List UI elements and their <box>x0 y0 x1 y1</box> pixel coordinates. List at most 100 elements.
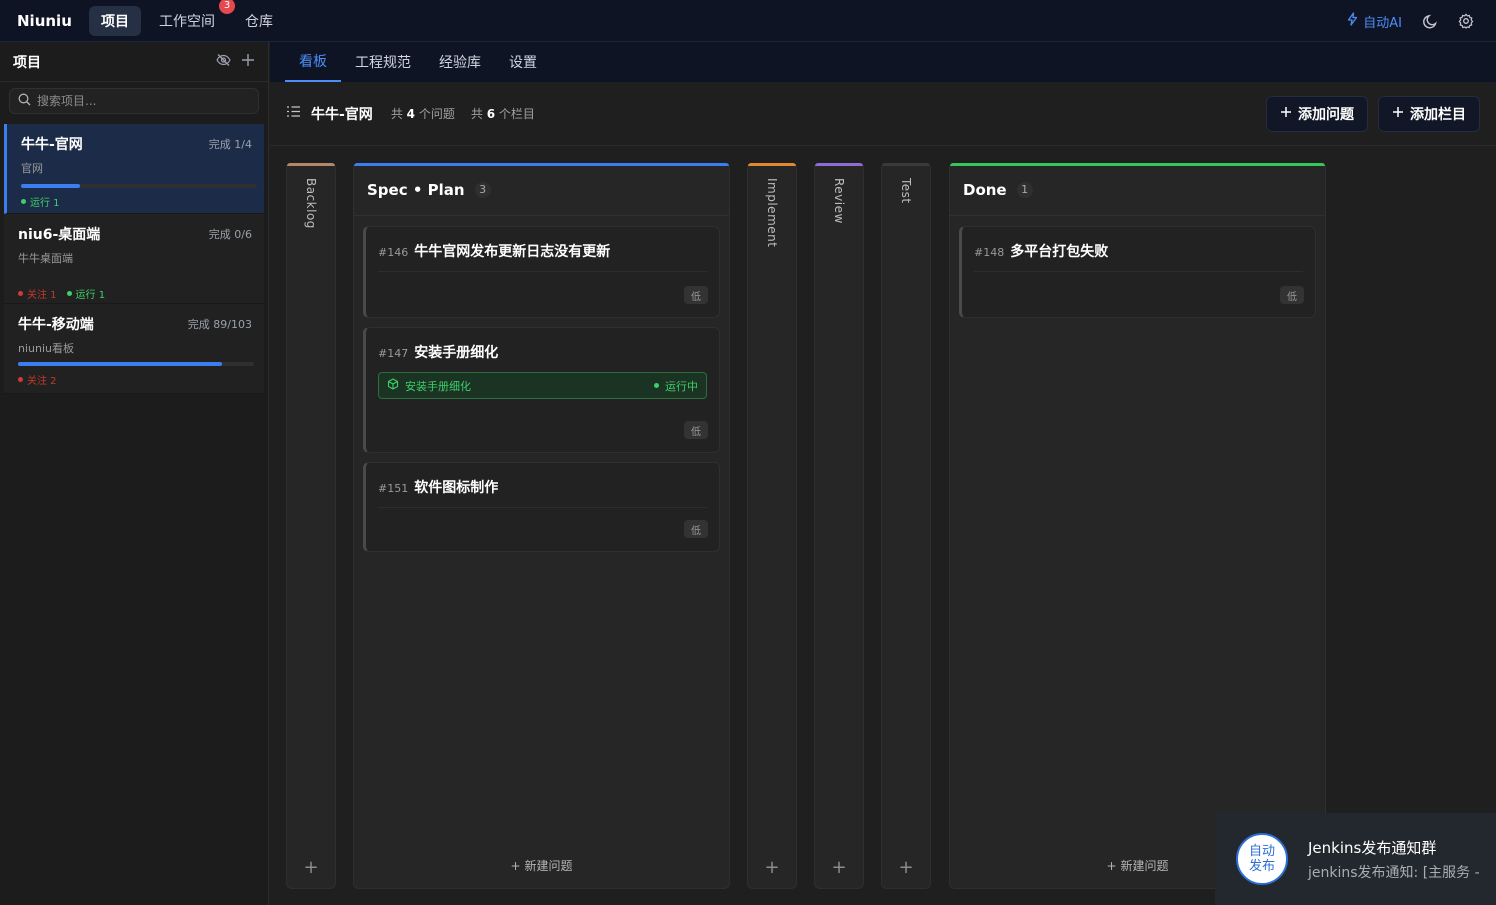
add-issue-label: 添加问题 <box>1298 107 1354 123</box>
column-header: Done 1 <box>950 164 1325 216</box>
top-nav: 项目 工作空间 3 仓库 <box>89 0 285 36</box>
project-item-niuniu-website[interactable]: 牛牛-官网 完成 1/4 官网 运行 1 <box>4 124 264 214</box>
issue-title: 多平台打包失败 <box>1010 244 1109 260</box>
project-subtitle: niuniu看板 <box>18 342 74 355</box>
plus-icon: + <box>1106 859 1117 873</box>
issue-count-suffix: 个问题 <box>418 107 455 121</box>
issue-id: #151 <box>378 482 409 495</box>
notification-app-logo: 自动 发布 <box>1236 833 1288 885</box>
column-count-badge: 1 <box>1016 181 1033 198</box>
issue-count-value: 4 <box>406 107 416 121</box>
moon-icon[interactable] <box>1422 13 1438 29</box>
sidebar-header-icons <box>216 53 255 71</box>
add-card-icon[interactable]: + <box>815 857 863 878</box>
issue-card-151[interactable]: #151 软件图标制作 低 <box>363 462 720 552</box>
tab-engineering-spec[interactable]: 工程规范 <box>341 42 425 82</box>
column-title: Test <box>899 178 913 204</box>
project-item-niuniu-mobile[interactable]: 牛牛-移动端 完成 89/103 niuniu看板 关注 2 <box>4 304 264 394</box>
add-column-label: 添加栏目 <box>1410 107 1466 123</box>
project-sidebar: 项目 牛牛-官网 完成 1/4 官网 运行 1 <box>0 42 269 905</box>
auto-ai-label: 自动AI <box>1363 15 1402 31</box>
nav-projects[interactable]: 项目 <box>89 5 141 36</box>
project-name: 牛牛-移动端 <box>18 317 94 333</box>
tab-experience[interactable]: 经验库 <box>425 42 495 82</box>
top-right-controls: 自动AI <box>1346 0 1474 42</box>
new-issue-button[interactable]: + 新建问题 <box>354 857 729 874</box>
status-badge-attention: 关注 2 <box>18 372 57 387</box>
issue-count: 共 4 个问题 <box>391 105 455 122</box>
issue-id: #147 <box>378 347 409 360</box>
board-tabs: 看板 工程规范 经验库 设置 <box>270 42 1496 82</box>
column-title: Backlog <box>304 178 318 229</box>
add-card-icon[interactable]: + <box>748 857 796 878</box>
project-progress-bar <box>18 362 254 366</box>
priority-badge: 低 <box>1280 286 1304 304</box>
issue-card-146[interactable]: #146 牛牛官网发布更新日志没有更新 低 <box>363 226 720 318</box>
priority-badge: 低 <box>684 421 708 439</box>
board-header: 牛牛-官网 共 4 个问题 共 6 个栏目 添加问题 添加栏目 <box>270 82 1496 146</box>
project-list: 牛牛-官网 完成 1/4 官网 运行 1 niu6-桌面端 完成 0/6 牛牛桌… <box>0 124 268 394</box>
status-badge-attention: 关注 1 <box>18 286 57 301</box>
list-icon <box>286 105 301 122</box>
eye-off-icon[interactable] <box>216 53 231 71</box>
add-issue-button[interactable]: 添加问题 <box>1266 96 1368 132</box>
column-backlog[interactable]: Backlog + <box>286 163 336 889</box>
column-accent <box>882 163 930 166</box>
status-badge-running: 运行 1 <box>21 194 60 209</box>
status-badge-text: 运行 1 <box>75 290 106 301</box>
project-item-niu6-desktop[interactable]: niu6-桌面端 完成 0/6 牛牛桌面端 关注 1 运行 1 <box>4 214 264 304</box>
logo-line-1: 自动 <box>1248 844 1275 859</box>
project-subtitle: 牛牛桌面端 <box>18 252 73 265</box>
column-accent <box>748 163 796 166</box>
running-dot <box>654 383 659 388</box>
column-accent <box>815 163 863 166</box>
issue-card-147[interactable]: #147 安装手册细化 安装手册细化 运行中 低 <box>363 327 720 453</box>
board-title: 牛牛-官网 <box>311 106 373 123</box>
nav-workspace[interactable]: 工作空间 3 <box>147 0 235 36</box>
column-accent <box>950 163 1325 166</box>
column-test[interactable]: Test + <box>881 163 931 889</box>
column-title: Review <box>832 178 846 224</box>
search-input[interactable] <box>37 94 237 108</box>
project-done-count: 完成 1/4 <box>208 138 252 151</box>
issue-card-148[interactable]: #148 多平台打包失败 低 <box>959 226 1316 318</box>
notification-toast[interactable]: 自动 发布 Jenkins发布通知群 jenkins发布通知: [主服务 - <box>1215 813 1496 905</box>
add-project-icon[interactable] <box>241 53 255 71</box>
tab-board[interactable]: 看板 <box>285 42 341 82</box>
column-header: Spec • Plan 3 <box>354 164 729 216</box>
column-accent <box>287 163 335 166</box>
column-count-value: 6 <box>486 107 496 121</box>
search-icon <box>18 93 31 110</box>
column-count-prefix: 共 <box>470 107 483 121</box>
project-progress-fill <box>21 184 80 188</box>
project-done-count: 完成 89/103 <box>187 318 252 331</box>
running-task-tag[interactable]: 安装手册细化 运行中 <box>378 372 707 399</box>
issue-title: 软件图标制作 <box>414 480 499 496</box>
nav-workspace-label: 工作空间 <box>159 13 215 30</box>
priority-badge: 低 <box>684 520 708 538</box>
plus-icon: + <box>510 859 521 873</box>
add-column-button[interactable]: 添加栏目 <box>1378 96 1480 132</box>
issue-id: #146 <box>378 246 409 259</box>
top-bar: Niuniu 项目 工作空间 3 仓库 自动AI <box>0 0 1496 42</box>
column-title: Done <box>963 180 1007 199</box>
logo-line-2: 发布 <box>1248 859 1275 874</box>
tab-settings[interactable]: 设置 <box>495 42 551 82</box>
sidebar-header: 项目 <box>0 42 268 82</box>
running-task-name: 安装手册细化 <box>405 379 471 393</box>
gear-icon[interactable] <box>1458 13 1474 29</box>
add-card-icon[interactable]: + <box>882 857 930 878</box>
column-accent <box>354 163 729 166</box>
issue-count-prefix: 共 <box>390 107 403 121</box>
add-card-icon[interactable]: + <box>287 857 335 878</box>
project-name: niu6-桌面端 <box>18 227 101 243</box>
new-issue-label: 新建问题 <box>524 859 573 873</box>
auto-ai-button[interactable]: 自动AI <box>1346 12 1402 31</box>
new-issue-label: 新建问题 <box>1120 859 1169 873</box>
brand-logo: Niuniu <box>17 11 72 30</box>
column-count: 共 6 个栏目 <box>471 105 535 122</box>
column-implement[interactable]: Implement + <box>747 163 797 889</box>
column-review[interactable]: Review + <box>814 163 864 889</box>
project-subtitle: 官网 <box>21 162 43 175</box>
nav-repository[interactable]: 仓库 <box>233 6 285 36</box>
